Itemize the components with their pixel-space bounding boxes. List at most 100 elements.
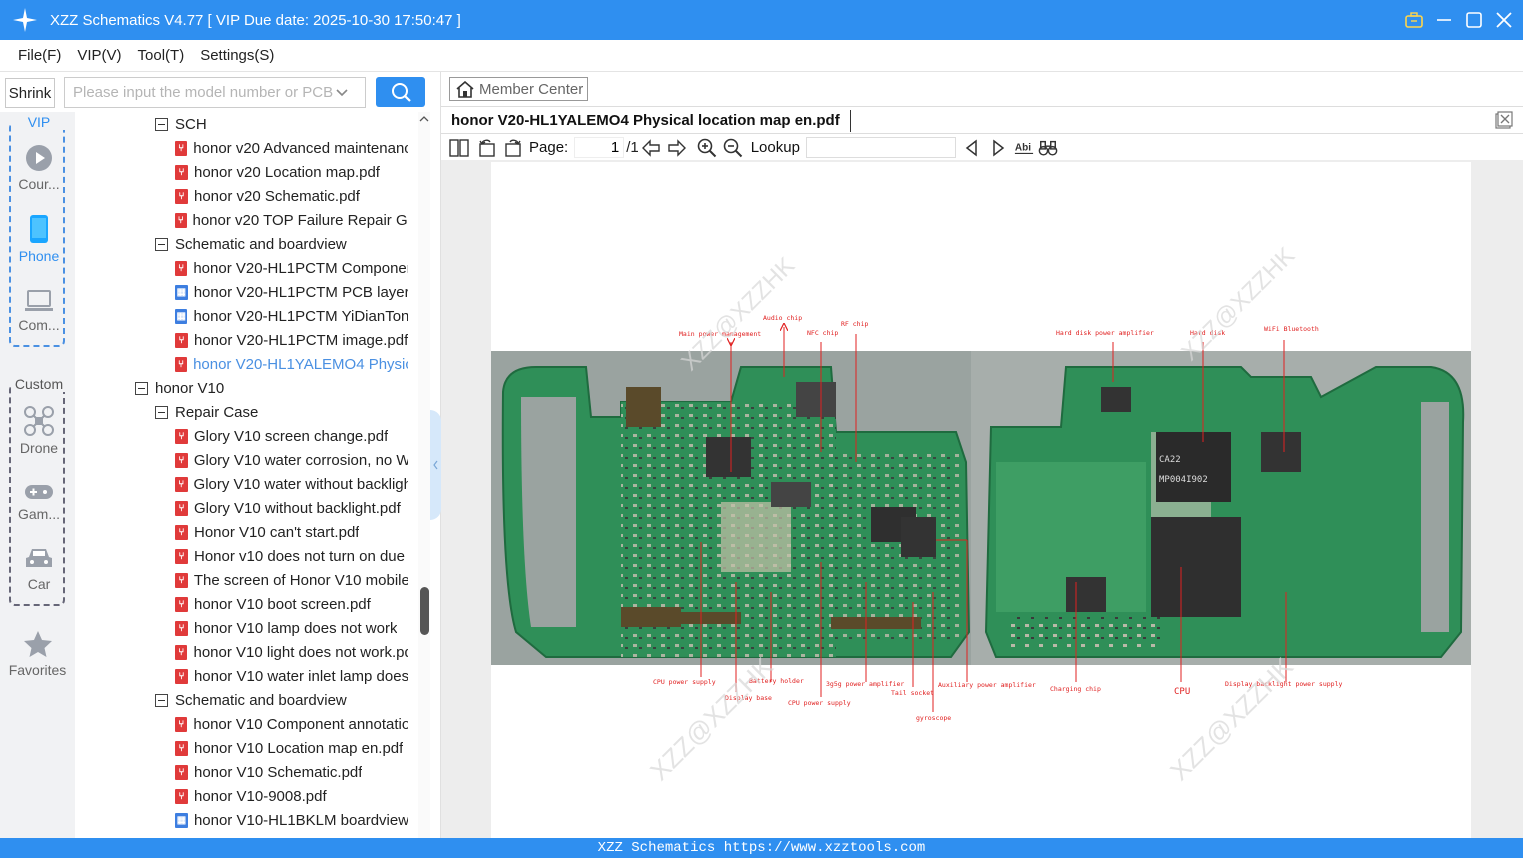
menu-vip[interactable]: VIP(V) — [77, 47, 121, 64]
tree-file[interactable]: ⑂ honor v20 Location map.pdf — [175, 160, 408, 184]
rail-item-courses[interactable]: Cour... — [11, 144, 67, 192]
star-icon — [23, 631, 52, 657]
search-button[interactable] — [376, 77, 425, 107]
pdf-file-icon: ⑂ — [175, 500, 188, 516]
page-number-input[interactable] — [574, 137, 625, 158]
tree-file[interactable]: ⑂ honor V20-HL1YALEMO4 Physical — [175, 352, 408, 376]
tree-file[interactable]: ⑂ Glory V10 screen change.pdf — [175, 424, 408, 448]
zoom-out-icon[interactable] — [723, 138, 743, 158]
match-case-icon[interactable]: Abi — [1014, 138, 1034, 158]
search-field[interactable] — [64, 77, 366, 108]
tree-file[interactable]: ⑂ honor V10 water inlet lamp does — [175, 664, 408, 688]
tree-file[interactable]: ⑂ honor V10 Component annotation — [175, 712, 408, 736]
scroll-up-icon[interactable] — [419, 114, 429, 124]
label-rf-chip: RF chip — [841, 320, 868, 328]
tree-item-label: Schematic and boardview — [175, 235, 347, 253]
pdf-file-icon: ⑂ — [175, 212, 187, 228]
tree-file[interactable]: ⑂ honor v20 Advanced maintenance — [175, 136, 408, 160]
menu-settings[interactable]: Settings(S) — [200, 47, 274, 64]
label-charging-chip: Charging chip — [1050, 685, 1101, 693]
tree-file[interactable]: ⑂ honor V10 boot screen.pdf — [175, 592, 408, 616]
rail-item-games[interactable]: Gam... — [11, 482, 67, 522]
rail-item-computer[interactable]: Com... — [11, 289, 67, 333]
rotate-right-icon[interactable] — [503, 138, 523, 158]
tree-item-label: honor V10-HL1BKLM boardview — [193, 811, 408, 829]
close-icon[interactable] — [1495, 11, 1513, 29]
tree-folder[interactable]: Repair Case — [155, 400, 408, 424]
shrink-button[interactable]: Shrink — [5, 78, 55, 108]
tree-item-label: honor V20-HL1YALEMO4 Physical — [193, 355, 408, 373]
collapse-toggle-icon[interactable] — [155, 405, 168, 419]
tree-folder[interactable]: honor V10 — [135, 376, 408, 400]
next-page-icon[interactable] — [667, 138, 687, 158]
tree-file[interactable]: ▦ honor V20-HL1PCTM YiDianTong — [175, 304, 408, 328]
tree-folder[interactable]: SCH — [155, 112, 408, 136]
rail-item-drone[interactable]: Drone — [11, 406, 67, 456]
pdf-file-icon: ⑂ — [175, 140, 188, 156]
briefcase-icon[interactable] — [1405, 11, 1423, 29]
tree-file[interactable]: ⑂ honor v20 TOP Failure Repair Guide — [175, 208, 408, 232]
tree-file[interactable]: ▦ honor V20-HL1PCTM PCB layer. — [175, 280, 408, 304]
pdf-file-icon: ⑂ — [175, 644, 188, 660]
tree-file[interactable]: ⑂ honor V20-HL1PCTM image.pdf — [175, 328, 408, 352]
tree-file[interactable]: ⑂ Honor V10 can't start.pdf — [175, 520, 408, 544]
tree-file[interactable]: ⑂ Glory V10 water corrosion, no W — [175, 448, 408, 472]
tree-file[interactable]: ▦ honor V10-HL1BKLM boardview — [175, 808, 408, 832]
pdf-file-icon: ⑂ — [175, 164, 188, 180]
zoom-in-icon[interactable] — [697, 138, 717, 158]
rail-item-phone[interactable]: Phone — [11, 214, 67, 264]
collapse-handle[interactable] — [430, 410, 441, 520]
collapse-toggle-icon[interactable] — [155, 117, 168, 131]
tree-file[interactable]: ⑂ honor V10 Schematic.pdf — [175, 760, 408, 784]
tree-file[interactable]: ⑂ Glory V10 water without backlight — [175, 472, 408, 496]
collapse-toggle-icon[interactable] — [135, 381, 148, 395]
tree-file[interactable]: ⑂ Honor v10 does not turn on due — [175, 544, 408, 568]
tree-file[interactable]: ⑂ honor V10 light does not work.pdf — [175, 640, 408, 664]
watermark-4: XZZ@XZZHK — [1176, 242, 1300, 366]
tree-file[interactable]: ⑂ honor v20 Schematic.pdf — [175, 184, 408, 208]
member-center-button[interactable]: Member Center — [449, 77, 588, 101]
page-total: /1 — [626, 139, 639, 156]
pdf-file-icon: ⑂ — [175, 716, 188, 732]
rail-item-car[interactable]: Car — [11, 546, 67, 592]
document-tab[interactable]: honor V20-HL1YALEMO4 Physical location m… — [451, 110, 851, 132]
tree-item-label: SCH — [175, 115, 207, 133]
tree-scroll-thumb[interactable] — [420, 587, 429, 635]
tree-file[interactable]: ⑂ honor V20-HL1PCTM Component — [175, 256, 408, 280]
two-page-icon[interactable] — [449, 138, 469, 158]
lookup-input[interactable] — [805, 137, 956, 158]
maximize-icon[interactable] — [1465, 11, 1483, 29]
tree-file[interactable]: ⑂ honor V10-9008.pdf — [175, 784, 408, 808]
tree-folder[interactable]: Schematic and boardview — [155, 688, 408, 712]
search-input[interactable] — [73, 84, 335, 101]
tree-file[interactable]: ⑂ Glory V10 without backlight.pdf — [175, 496, 408, 520]
tree-scrollbar[interactable] — [418, 112, 430, 838]
chevron-down-icon[interactable] — [335, 86, 349, 100]
pdf-file-icon: ⑂ — [175, 260, 188, 276]
collapse-toggle-icon[interactable] — [155, 237, 168, 251]
menu-tool[interactable]: Tool(T) — [138, 47, 185, 64]
tree-item-label: Repair Case — [175, 403, 259, 421]
tree-file[interactable]: ⑂ honor V10 lamp does not work — [175, 616, 408, 640]
menu-file[interactable]: File(F) — [18, 47, 61, 64]
minimize-icon[interactable] — [1435, 11, 1453, 29]
pdf-file-icon: ⑂ — [175, 668, 188, 684]
phone-icon — [30, 215, 48, 243]
tree-item-label: honor V20-HL1PCTM Component — [193, 259, 408, 277]
label-aux-amp: Auxiliary power amplifier — [938, 681, 1036, 689]
tree-folder[interactable]: Schematic and boardview — [155, 232, 408, 256]
binoculars-icon[interactable] — [1038, 138, 1058, 158]
pdf-file-icon: ⑂ — [175, 788, 188, 804]
tree-file[interactable]: ⑂ The screen of Honor V10 mobile — [175, 568, 408, 592]
close-tab-icon[interactable] — [1495, 111, 1513, 129]
rotate-left-icon[interactable] — [477, 138, 497, 158]
tree-file[interactable]: ⑂ honor V10 Location map en.pdf — [175, 736, 408, 760]
rail-item-courses-label: Cour... — [18, 176, 60, 192]
prev-page-icon[interactable] — [641, 138, 661, 158]
search-prev-icon[interactable] — [962, 138, 982, 158]
search-next-icon[interactable] — [988, 138, 1008, 158]
pdf-page: CA22 MP004I902 Main power management Aud… — [491, 162, 1471, 838]
rail-item-favorites[interactable]: Favorites — [0, 630, 75, 678]
collapse-toggle-icon[interactable] — [155, 693, 168, 707]
document-tab-bar: honor V20-HL1YALEMO4 Physical location m… — [441, 106, 1523, 134]
